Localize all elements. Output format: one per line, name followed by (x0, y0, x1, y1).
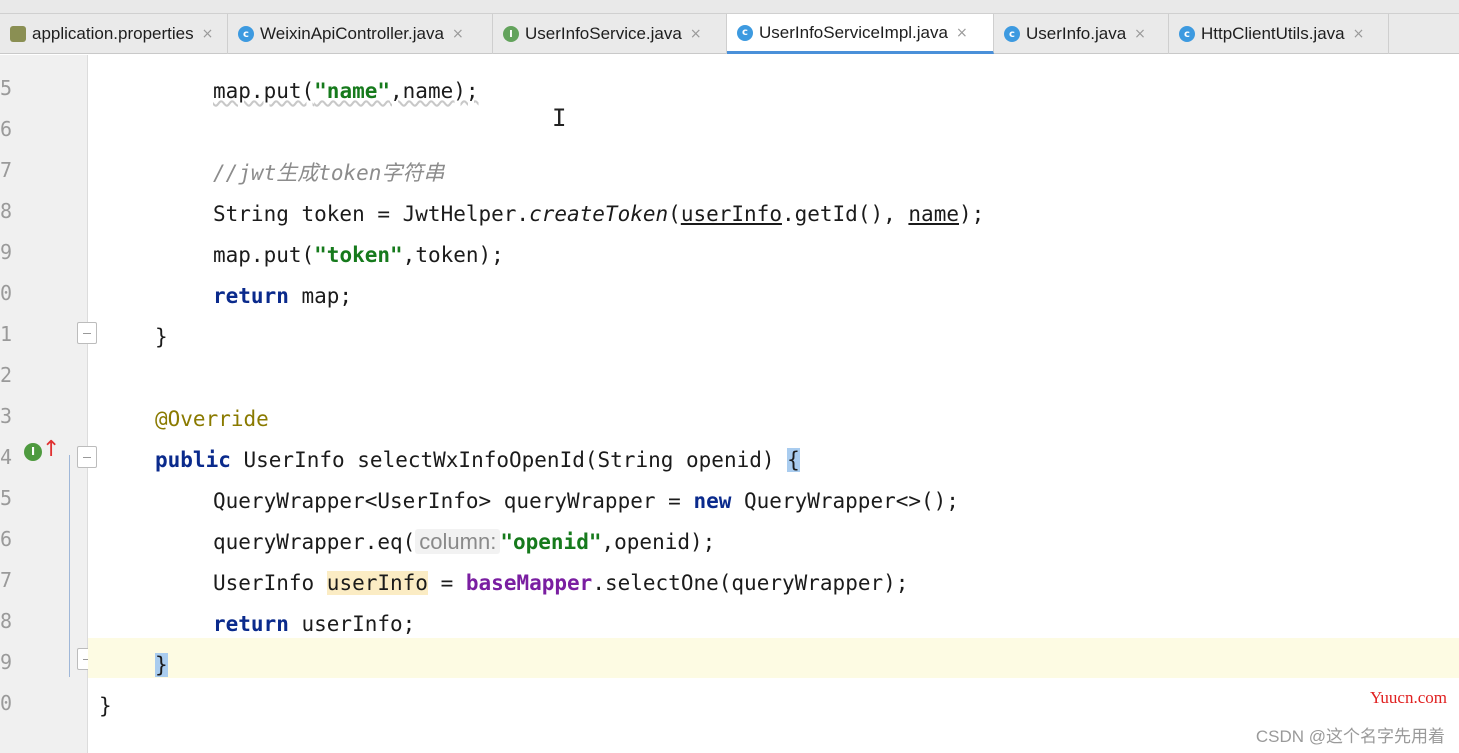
tab-label: HttpClientUtils.java (1201, 24, 1345, 43)
code-line: } (155, 325, 168, 349)
tab-weixin-api-controller[interactable]: c WeixinApiController.java × (228, 14, 493, 54)
watermark-site: Yuucn.com (1370, 688, 1447, 707)
line-number: 3 (0, 404, 13, 428)
code-line: QueryWrapper<UserInfo> queryWrapper = ne… (213, 489, 959, 513)
close-icon[interactable]: × (1134, 26, 1146, 42)
tab-label: UserInfoServiceImpl.java (759, 22, 948, 42)
tab-user-info[interactable]: c UserInfo.java × (994, 14, 1169, 54)
code-line: return map; (213, 284, 353, 308)
close-icon[interactable]: × (1353, 26, 1365, 42)
class-icon: c (238, 26, 254, 42)
line-number: 5 (0, 486, 13, 510)
line-number: 8 (0, 199, 13, 223)
tab-label: UserInfoService.java (525, 24, 682, 43)
line-number: 0 (0, 281, 13, 305)
tab-label: WeixinApiController.java (260, 24, 444, 43)
editor-tab-bar: application.properties × c WeixinApiCont… (0, 14, 1459, 54)
line-number: 0 (0, 691, 13, 715)
override-arrow-icon[interactable]: ↑ (42, 438, 60, 462)
line-number: 9 (0, 240, 13, 264)
code-line: } (99, 694, 112, 718)
implements-method-icon[interactable]: I (24, 443, 42, 461)
close-icon[interactable]: × (452, 26, 464, 42)
line-number: 8 (0, 609, 13, 633)
class-icon: c (737, 24, 753, 41)
tab-application-properties[interactable]: application.properties × (0, 14, 228, 54)
tab-http-client-utils[interactable]: c HttpClientUtils.java × (1169, 14, 1389, 54)
code-line: return userInfo; (213, 612, 416, 636)
properties-file-icon (10, 26, 26, 42)
code-annotation: @Override (155, 407, 269, 431)
scope-indicator-line (69, 455, 70, 677)
line-number: 9 (0, 650, 13, 674)
code-line: } (155, 653, 168, 677)
line-number: 2 (0, 363, 13, 387)
line-number: 6 (0, 117, 13, 141)
tab-user-info-service-impl[interactable]: c UserInfoServiceImpl.java × (727, 14, 994, 54)
tab-label: UserInfo.java (1026, 24, 1127, 43)
close-icon[interactable]: × (690, 26, 702, 42)
breadcrumb-strip (0, 0, 1459, 14)
tab-label: application.properties (32, 24, 194, 43)
code-line: UserInfo userInfo = baseMapper.selectOne… (213, 571, 909, 595)
code-line: String token = JwtHelper.createToken(use… (213, 202, 985, 226)
code-line: public UserInfo selectWxInfoOpenId(Strin… (155, 448, 800, 472)
code-line: map.put("name",name); (213, 79, 479, 103)
interface-icon: I (503, 26, 519, 42)
line-number: 5 (0, 76, 13, 100)
text-cursor-icon: I (552, 104, 567, 132)
code-line: map.put("token",token); (213, 243, 504, 267)
class-icon: c (1179, 26, 1195, 42)
line-number: 6 (0, 527, 13, 551)
line-number: 7 (0, 158, 13, 182)
watermark-author: CSDN @这个名字先用着 (1255, 727, 1445, 746)
editor-gutter[interactable]: 5 6 7 8 9 0 1 2 3 4 5 6 7 8 9 0 (0, 55, 88, 753)
close-icon[interactable]: × (956, 25, 968, 41)
tab-user-info-service[interactable]: I UserInfoService.java × (493, 14, 727, 54)
parameter-hint: column: (415, 529, 501, 554)
line-number: 1 (0, 322, 13, 346)
code-comment: //jwt生成token字符串 (213, 161, 445, 185)
line-number: 7 (0, 568, 13, 592)
class-icon: c (1004, 26, 1020, 42)
code-line: queryWrapper.eq(column: "openid",openid); (213, 529, 716, 554)
close-icon[interactable]: × (202, 26, 214, 42)
code-editor[interactable]: map.put("name",name); //jwt生成token字符串 St… (88, 55, 1459, 753)
line-number: 4 (0, 445, 13, 469)
